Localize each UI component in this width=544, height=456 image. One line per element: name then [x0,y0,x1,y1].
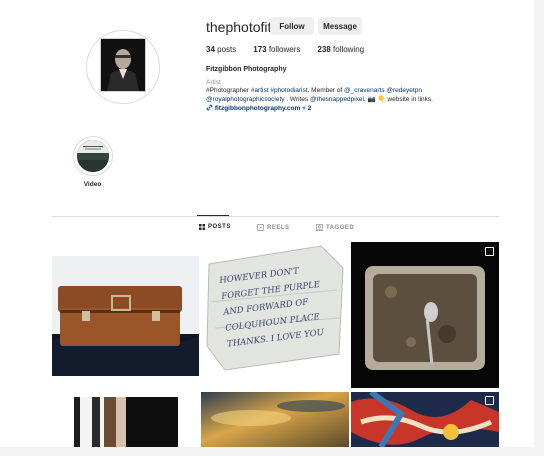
profile-stats: 34 posts 173 followers 238 following [206,45,381,54]
bio-text: #Photographer [206,87,251,94]
following-count: 238 [317,45,331,54]
post-spoon-tray[interactable] [351,242,499,388]
followers-count: 173 [253,45,267,54]
note-text: HOWEVER DON'T FORGET THE PURPLE AND FORW… [218,266,325,350]
follow-button[interactable]: Follow [270,17,314,35]
post-abstract-painting[interactable] [351,392,499,447]
followers-stat[interactable]: 173 followers [253,45,300,54]
multiple-photos-icon [485,247,494,256]
tagged-icon [316,224,323,231]
post-sunset-sky[interactable] [201,392,349,447]
bio-mention-redeyetpn[interactable]: @redeyetpn [386,87,422,94]
tabs-divider [52,216,499,217]
bio-text: . Writes [284,95,311,103]
blurred-window-photo [74,397,178,447]
active-tab-indicator [197,215,229,216]
post-blurred-window[interactable] [74,397,178,447]
following-stat[interactable]: 238 following [317,45,364,54]
website-link-text: fitzgibbonphotography.com + 2 [214,105,312,112]
highlight-label: Video [83,181,102,188]
window-edge-right [534,0,544,456]
tab-tagged[interactable]: TAGGED [316,224,354,231]
reels-icon [257,224,264,231]
tab-posts-label: POSTS [208,224,231,230]
tab-reels-label: REELS [267,224,290,231]
bio-mention-royalphotographicsociety[interactable]: @royalphotographicsociety [206,96,285,103]
bio-mention-thesnappedpixel[interactable]: @thesnappedpixel [310,96,364,103]
profile-username: thephotofitz [206,19,279,35]
posts-stat: 34 posts [206,45,236,54]
profile-category: Artist [206,79,221,86]
tab-posts[interactable]: POSTS [199,224,231,230]
profile-full-name: Fitzgibbon Photography [206,66,287,73]
suitcase-photo [52,256,199,376]
bio-text: . 📷 👇 website in links. [364,95,433,103]
bio-hashtag-artist[interactable]: #artist [251,87,269,94]
bio-hashtag-photodiarist[interactable]: #photodiarist [270,87,307,94]
profile-bio: #Photographer #artist #photodiarist. Mem… [206,87,506,104]
window-edge-bottom [0,447,544,456]
link-icon [206,104,213,111]
tab-tagged-label: TAGGED [326,224,355,231]
message-button[interactable]: Message [318,17,362,35]
bio-mention-cravenarts[interactable]: @_cravenarts [344,87,385,94]
posts-label: posts [214,45,237,54]
bio-text: . Member of [307,87,345,94]
grid-icon [199,224,205,230]
highlight-cover-video[interactable] [77,140,109,172]
profile-avatar[interactable] [100,38,146,92]
posts-count: 34 [206,45,215,54]
profile-website-link[interactable]: fitzgibbonphotography.com + 2 [206,104,311,112]
multiple-photos-icon [485,396,494,405]
spoon-in-tray-photo [351,242,499,388]
abstract-painting-photo [351,392,499,447]
sunset-sky-photo [201,392,349,447]
followers-label: followers [266,45,301,54]
following-label: following [330,45,365,54]
tab-reels[interactable]: REELS [257,224,290,231]
post-handwritten-note[interactable]: HOWEVER DON'T FORGET THE PURPLE AND FORW… [201,242,349,376]
post-suitcase[interactable] [52,256,199,376]
